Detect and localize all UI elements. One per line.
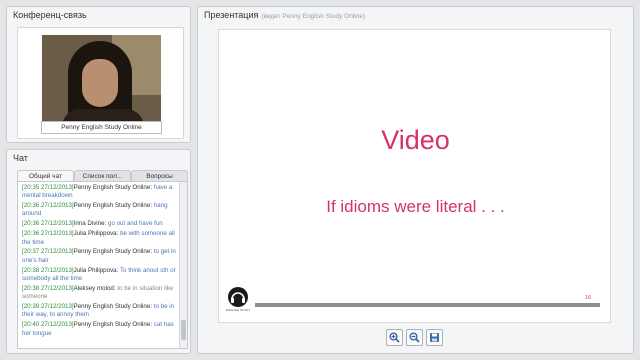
zoom-in-button[interactable]	[386, 329, 403, 346]
chat-message: [20:38 27/12/2013]Julia Philippova: To t…	[22, 267, 179, 284]
zoom-out-button[interactable]	[406, 329, 423, 346]
chat-message: [20:36 27/12/2013]Irina Divine: go out a…	[22, 220, 179, 228]
conference-panel: Конференц-связь Penny English Study Onli…	[6, 6, 191, 143]
presentation-title: Презентация	[204, 10, 259, 20]
chat-message: [20:38 27/12/2013]Aleksey molod: to be i…	[22, 285, 179, 302]
message-author: Aleksey molod:	[73, 284, 116, 292]
save-button[interactable]	[426, 329, 443, 346]
chat-message: [20:36 27/12/2013]Penny English Study On…	[22, 202, 179, 219]
chat-panel: Чат Общий чат Список пол... Вопросы [20:…	[6, 149, 191, 354]
message-timestamp: [20:40 27/12/2013]	[22, 321, 74, 329]
webcam-video	[42, 35, 161, 130]
slide: Video If idioms were literal . . . ENGLI…	[218, 29, 611, 323]
chat-messages: [20:35 27/12/2013]Penny English Study On…	[22, 184, 179, 339]
message-author: Julia Philippova:	[73, 266, 119, 274]
video-presenter-label: Penny English Study Online	[41, 121, 162, 134]
message-text: go out and have fun	[108, 220, 163, 228]
presentation-panel: Презентация (ведет Penny English Study On…	[197, 6, 634, 354]
chat-message: [20:35 27/12/2013]Penny English Study On…	[22, 184, 179, 201]
chat-title: Чат	[13, 153, 28, 163]
message-timestamp: [20:37 27/12/2013]	[22, 248, 74, 256]
chat-scrollbar[interactable]	[179, 182, 187, 348]
zoom-out-icon	[409, 332, 420, 343]
presentation-toolbar	[386, 329, 443, 347]
video-frame: Penny English Study Online	[17, 27, 184, 139]
slide-subtitle: If idioms were literal . . .	[326, 197, 505, 216]
headphones-logo-icon	[228, 287, 248, 307]
message-timestamp: [20:36 27/12/2013]	[22, 230, 74, 238]
conference-title: Конференц-связь	[13, 10, 87, 20]
message-timestamp: [20:36 27/12/2013]	[22, 220, 74, 228]
slide-footer-bar	[255, 303, 600, 307]
message-author: Irina Divine:	[73, 220, 107, 228]
message-author: Julia Philippova:	[73, 230, 119, 238]
chat-message: [20:36 27/12/2013]Julia Philippova: be w…	[22, 230, 179, 247]
message-timestamp: [20:35 27/12/2013]	[22, 184, 74, 191]
message-author: Penny English Study Online:	[73, 303, 153, 311]
slide-logo-text: ENGLISH STUDY	[225, 308, 251, 312]
chat-message: [20:39 27/12/2013]Penny English Study On…	[22, 303, 179, 320]
presentation-header: Презентация (ведет Penny English Study On…	[198, 7, 633, 23]
message-timestamp: [20:38 27/12/2013]	[22, 284, 74, 292]
slide-title: Video	[381, 125, 450, 155]
message-timestamp: [20:39 27/12/2013]	[22, 303, 74, 311]
message-timestamp: [20:38 27/12/2013]	[22, 266, 74, 274]
message-author: Penny English Study Online:	[73, 202, 153, 210]
message-timestamp: [20:36 27/12/2013]	[22, 202, 74, 210]
message-author: Penny English Study Online:	[73, 248, 153, 256]
message-author: Penny English Study Online:	[73, 321, 153, 329]
presentation-presenter: (ведет Penny English Study Online)	[261, 13, 366, 20]
save-icon	[430, 333, 439, 342]
chat-scroll-thumb[interactable]	[181, 320, 186, 340]
slide-page-number: 16	[585, 295, 592, 301]
zoom-in-icon	[389, 332, 400, 343]
chat-message: [20:40 27/12/2013]Penny English Study On…	[22, 321, 179, 338]
message-author: Penny English Study Online:	[73, 184, 153, 191]
chat-message: [20:37 27/12/2013]Penny English Study On…	[22, 248, 179, 265]
chat-message-list[interactable]: [20:35 27/12/2013]Penny English Study On…	[17, 181, 188, 349]
